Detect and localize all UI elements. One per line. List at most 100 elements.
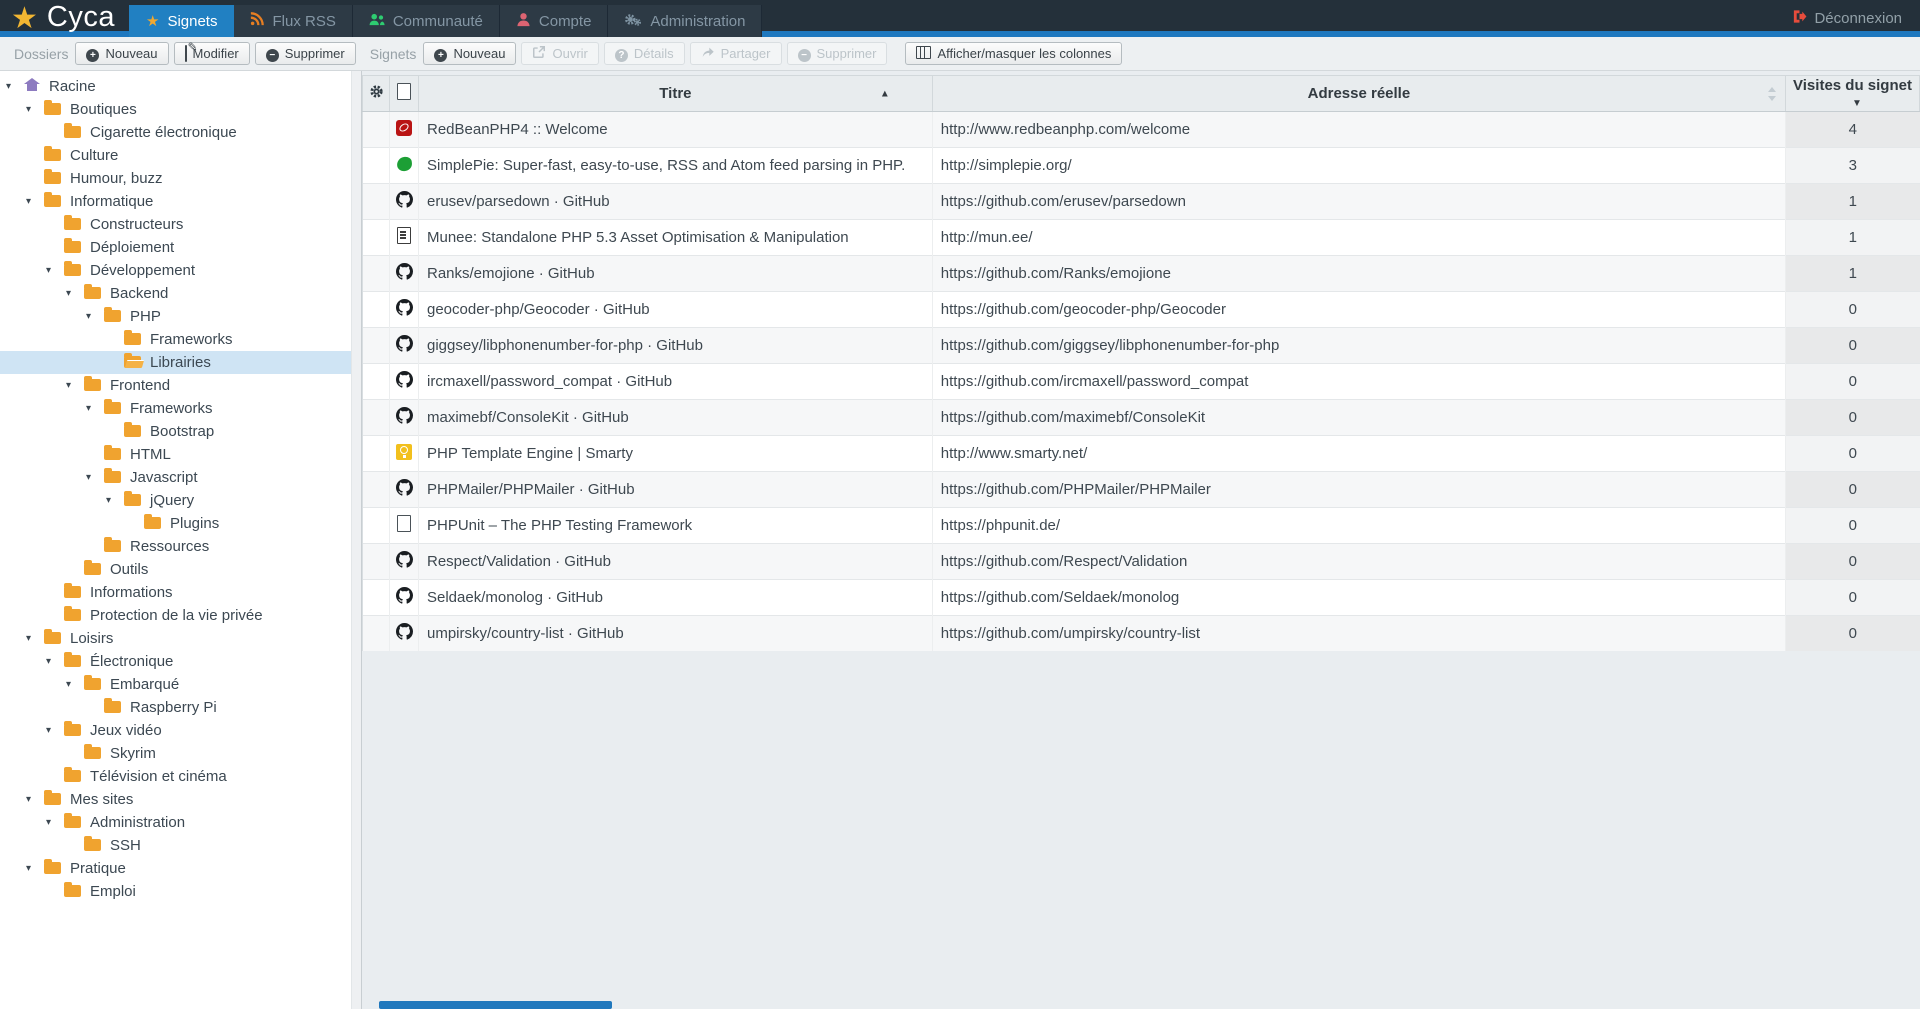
table-row[interactable]: PHP Template Engine | Smartyhttp://www.s… <box>363 436 1920 472</box>
favicon-column-header[interactable] <box>390 76 419 112</box>
modifier-button[interactable]: Modifier <box>174 42 250 65</box>
table-row[interactable]: PHPMailer/PHPMailer · GitHubhttps://gith… <box>363 472 1920 508</box>
tree-item-cigarette-lectronique[interactable]: Cigarette électronique <box>0 121 361 144</box>
bookmark-title-cell[interactable]: Respect/Validation · GitHub <box>419 544 933 580</box>
bookmark-url-cell[interactable]: https://github.com/ircmaxell/password_co… <box>932 364 1785 400</box>
caret-down-icon[interactable]: ▾ <box>46 725 64 736</box>
table-row[interactable]: giggsey/libphonenumber-for-php · GitHubh… <box>363 328 1920 364</box>
bookmark-url-cell[interactable]: https://github.com/erusev/parsedown <box>932 184 1785 220</box>
select-column-header[interactable] <box>363 76 390 112</box>
tree-item-skyrim[interactable]: Skyrim <box>0 742 361 765</box>
bookmark-url-cell[interactable]: http://simplepie.org/ <box>932 148 1785 184</box>
tree-item-backend[interactable]: ▾Backend <box>0 282 361 305</box>
caret-down-icon[interactable]: ▾ <box>26 104 44 115</box>
tree-item-informatique[interactable]: ▾Informatique <box>0 190 361 213</box>
bookmark-title-cell[interactable]: PHP Template Engine | Smarty <box>419 436 933 472</box>
logout-button[interactable]: Déconnexion <box>1792 0 1920 37</box>
bookmark-url-cell[interactable]: https://github.com/Ranks/emojione <box>932 256 1785 292</box>
table-row[interactable]: erusev/parsedown · GitHubhttps://github.… <box>363 184 1920 220</box>
bookmark-url-cell[interactable]: https://github.com/Seldaek/monolog <box>932 580 1785 616</box>
table-row[interactable]: ircmaxell/password_compat · GitHubhttps:… <box>363 364 1920 400</box>
bookmark-title-cell[interactable]: Ranks/emojione · GitHub <box>419 256 933 292</box>
tree-item-ressources[interactable]: Ressources <box>0 535 361 558</box>
tree-item-mes-sites[interactable]: ▾Mes sites <box>0 788 361 811</box>
bookmark-title-cell[interactable]: maximebf/ConsoleKit · GitHub <box>419 400 933 436</box>
tree-item-loisirs[interactable]: ▾Loisirs <box>0 627 361 650</box>
tree-item-embarqu[interactable]: ▾Embarqué <box>0 673 361 696</box>
tree-item-emploi[interactable]: Emploi <box>0 880 361 903</box>
tree-item-librairies[interactable]: Librairies <box>0 351 361 374</box>
url-column-header[interactable]: Adresse réelle <box>932 76 1785 112</box>
bookmark-url-cell[interactable]: https://github.com/umpirsky/country-list <box>932 616 1785 652</box>
bookmark-title-cell[interactable]: PHPMailer/PHPMailer · GitHub <box>419 472 933 508</box>
table-row[interactable]: maximebf/ConsoleKit · GitHubhttps://gith… <box>363 400 1920 436</box>
caret-down-icon[interactable]: ▾ <box>6 81 24 92</box>
bookmark-title-cell[interactable]: Munee: Standalone PHP 5.3 Asset Optimisa… <box>419 220 933 256</box>
table-row[interactable]: umpirsky/country-list · GitHubhttps://gi… <box>363 616 1920 652</box>
nouveau-button[interactable]: +Nouveau <box>423 42 516 65</box>
tab-flux-rss[interactable]: Flux RSS <box>234 5 352 37</box>
caret-down-icon[interactable]: ▾ <box>86 311 104 322</box>
table-row[interactable]: RedBeanPHP4 :: Welcomehttp://www.redbean… <box>363 112 1920 148</box>
table-row[interactable]: Munee: Standalone PHP 5.3 Asset Optimisa… <box>363 220 1920 256</box>
title-column-header[interactable]: Titre ▲ <box>419 76 933 112</box>
sidebar-scrollbar-track[interactable] <box>351 71 361 1009</box>
tab-administration[interactable]: Administration <box>608 5 762 37</box>
bookmark-title-cell[interactable]: giggsey/libphonenumber-for-php · GitHub <box>419 328 933 364</box>
bookmark-url-cell[interactable]: https://phpunit.de/ <box>932 508 1785 544</box>
caret-down-icon[interactable]: ▾ <box>86 472 104 483</box>
tree-item-d-ploiement[interactable]: Déploiement <box>0 236 361 259</box>
tab-communaut[interactable]: Communauté <box>353 5 500 37</box>
tree-item-jeux-vid-o[interactable]: ▾Jeux vidéo <box>0 719 361 742</box>
caret-down-icon[interactable]: ▾ <box>26 196 44 207</box>
visits-column-header[interactable]: Visites du signet▼ <box>1786 76 1920 112</box>
caret-down-icon[interactable]: ▾ <box>26 633 44 644</box>
bookmark-title-cell[interactable]: geocoder-php/Geocoder · GitHub <box>419 292 933 328</box>
tab-signets[interactable]: ★Signets <box>129 5 235 37</box>
bookmark-title-cell[interactable]: umpirsky/country-list · GitHub <box>419 616 933 652</box>
nouveau-button[interactable]: +Nouveau <box>75 42 168 65</box>
caret-down-icon[interactable]: ▾ <box>66 380 84 391</box>
caret-down-icon[interactable]: ▾ <box>66 288 84 299</box>
tree-item-constructeurs[interactable]: Constructeurs <box>0 213 361 236</box>
tree-item-boutiques[interactable]: ▾Boutiques <box>0 98 361 121</box>
navbar-brand[interactable]: ★ Cyca <box>0 0 129 37</box>
tree-item-outils[interactable]: Outils <box>0 558 361 581</box>
tree-item-jquery[interactable]: ▾jQuery <box>0 489 361 512</box>
caret-down-icon[interactable]: ▾ <box>26 863 44 874</box>
bookmark-title-cell[interactable]: erusev/parsedown · GitHub <box>419 184 933 220</box>
table-row[interactable]: Respect/Validation · GitHubhttps://githu… <box>363 544 1920 580</box>
tree-item-culture[interactable]: Culture <box>0 144 361 167</box>
tree-item-raspberry-pi[interactable]: Raspberry Pi <box>0 696 361 719</box>
bookmark-url-cell[interactable]: https://github.com/giggsey/libphonenumbe… <box>932 328 1785 364</box>
table-row[interactable]: Seldaek/monolog · GitHubhttps://github.c… <box>363 580 1920 616</box>
horizontal-scrollbar-thumb[interactable] <box>379 1001 612 1009</box>
afficher-masquer-les-colonnes-button[interactable]: Afficher/masquer les colonnes <box>905 42 1122 65</box>
bookmark-url-cell[interactable]: https://github.com/maximebf/ConsoleKit <box>932 400 1785 436</box>
tree-item-php[interactable]: ▾PHP <box>0 305 361 328</box>
tree-item-frameworks[interactable]: Frameworks <box>0 328 361 351</box>
tab-compte[interactable]: Compte <box>500 5 609 37</box>
tree-item-javascript[interactable]: ▾Javascript <box>0 466 361 489</box>
tree-item-bootstrap[interactable]: Bootstrap <box>0 420 361 443</box>
tree-item-frontend[interactable]: ▾Frontend <box>0 374 361 397</box>
table-row[interactable]: SimplePie: Super-fast, easy-to-use, RSS … <box>363 148 1920 184</box>
supprimer-button[interactable]: −Supprimer <box>255 42 356 65</box>
tree-item-pratique[interactable]: ▾Pratique <box>0 857 361 880</box>
tree-item-html[interactable]: HTML <box>0 443 361 466</box>
tree-item-ssh[interactable]: SSH <box>0 834 361 857</box>
caret-down-icon[interactable]: ▾ <box>66 679 84 690</box>
bookmark-url-cell[interactable]: https://github.com/PHPMailer/PHPMailer <box>932 472 1785 508</box>
caret-down-icon[interactable]: ▾ <box>106 495 124 506</box>
tree-item-lectronique[interactable]: ▾Électronique <box>0 650 361 673</box>
caret-down-icon[interactable]: ▾ <box>46 656 64 667</box>
bookmark-url-cell[interactable]: http://mun.ee/ <box>932 220 1785 256</box>
tree-item-d-veloppement[interactable]: ▾Développement <box>0 259 361 282</box>
bookmark-title-cell[interactable]: ircmaxell/password_compat · GitHub <box>419 364 933 400</box>
caret-down-icon[interactable]: ▾ <box>46 817 64 828</box>
table-row[interactable]: PHPUnit – The PHP Testing Frameworkhttps… <box>363 508 1920 544</box>
bookmark-title-cell[interactable]: RedBeanPHP4 :: Welcome <box>419 112 933 148</box>
tree-item-frameworks[interactable]: ▾Frameworks <box>0 397 361 420</box>
bookmark-url-cell[interactable]: https://github.com/geocoder-php/Geocoder <box>932 292 1785 328</box>
bookmark-url-cell[interactable]: http://www.smarty.net/ <box>932 436 1785 472</box>
